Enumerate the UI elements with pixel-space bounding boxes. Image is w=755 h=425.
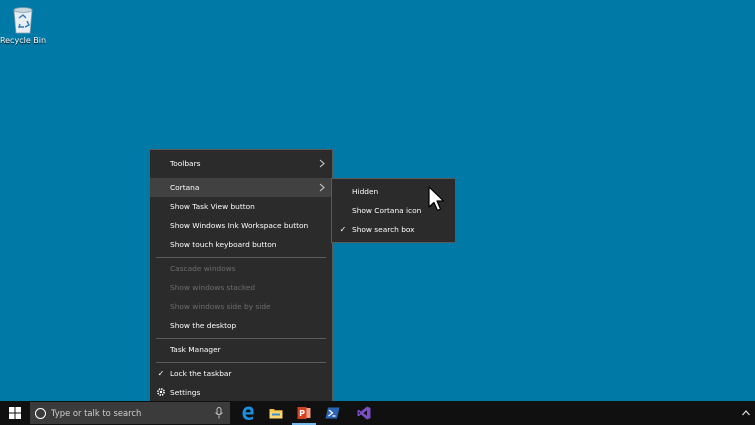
menu-item-label: Task Manager [170, 345, 221, 354]
menu-item-label: Lock the taskbar [170, 369, 232, 378]
powerpoint-icon: P [297, 407, 311, 419]
taskbar-app-edge[interactable] [234, 401, 262, 425]
menu-item-cortana[interactable]: Cortana [150, 178, 332, 197]
menu-item-show-windows-side-by-side: Show windows side by side [150, 297, 332, 316]
menu-item-cascade-windows: Cascade windows [150, 259, 332, 278]
checkmark-icon: ✓ [157, 368, 165, 378]
taskbar-context-menu: Toolbars Cortana Show Task View button S… [149, 149, 333, 406]
menu-item-label: Show Windows Ink Workspace button [170, 221, 309, 230]
search-placeholder: Type or talk to search [51, 408, 142, 418]
recycle-bin-icon [13, 7, 33, 34]
submenu-item-label: Show search box [352, 225, 415, 234]
cortana-icon [35, 407, 46, 419]
taskbar-app-file-explorer[interactable] [262, 401, 290, 425]
taskbar-app-powerpoint[interactable]: P [290, 401, 318, 425]
menu-item-label: Show Task View button [170, 202, 255, 211]
svg-text:P: P [299, 409, 305, 418]
menu-item-label: Cortana [170, 183, 200, 192]
menu-item-label: Show touch keyboard button [170, 240, 277, 249]
start-button[interactable] [0, 401, 30, 425]
menu-item-show-ink-workspace-button[interactable]: Show Windows Ink Workspace button [150, 216, 332, 235]
menu-item-show-the-desktop[interactable]: Show the desktop [150, 316, 332, 335]
recycle-bin-shortcut[interactable]: Recycle Bin [0, 4, 46, 45]
menu-item-show-task-view-button[interactable]: Show Task View button [150, 197, 332, 216]
menu-separator [156, 338, 326, 339]
visual-studio-icon [357, 406, 371, 420]
menu-separator [156, 257, 326, 258]
menu-item-task-manager[interactable]: Task Manager [150, 340, 332, 359]
taskbar[interactable]: Type or talk to search P [0, 401, 755, 425]
mouse-pointer-icon [428, 186, 445, 212]
windows-logo-icon [9, 407, 21, 419]
menu-item-label: Settings [170, 388, 201, 397]
chevron-right-icon [319, 159, 325, 168]
submenu-item-label: Hidden [352, 187, 379, 196]
taskbar-app-visual-studio[interactable] [350, 401, 378, 425]
powershell-icon [325, 407, 339, 419]
edge-icon [242, 406, 254, 420]
menu-item-show-windows-stacked: Show windows stacked [150, 278, 332, 297]
submenu-item-label: Show Cortana icon [352, 206, 422, 215]
menu-item-label: Cascade windows [170, 264, 236, 273]
menu-separator [156, 362, 326, 363]
checkmark-icon: ✓ [339, 224, 347, 234]
menu-item-label: Show windows side by side [170, 302, 271, 311]
menu-item-label: Show the desktop [170, 321, 237, 330]
recycle-bin-label: Recycle Bin [0, 36, 47, 45]
taskbar-app-powershell[interactable] [318, 401, 346, 425]
folder-icon [269, 409, 283, 419]
menu-item-label: Toolbars [170, 159, 201, 168]
chevron-right-icon [319, 183, 325, 192]
menu-item-label: Show windows stacked [170, 283, 256, 292]
menu-item-show-touch-keyboard-button[interactable]: Show touch keyboard button [150, 235, 332, 254]
microphone-icon[interactable] [214, 407, 224, 419]
menu-item-lock-the-taskbar[interactable]: ✓ Lock the taskbar [150, 364, 332, 383]
gear-icon [157, 388, 165, 396]
menu-item-settings[interactable]: Settings [150, 383, 332, 402]
taskbar-search-box[interactable]: Type or talk to search [30, 402, 230, 424]
chevron-up-icon[interactable] [741, 407, 751, 419]
menu-item-toolbars[interactable]: Toolbars [150, 154, 332, 173]
submenu-item-show-search-box[interactable]: ✓ Show search box [332, 220, 455, 239]
